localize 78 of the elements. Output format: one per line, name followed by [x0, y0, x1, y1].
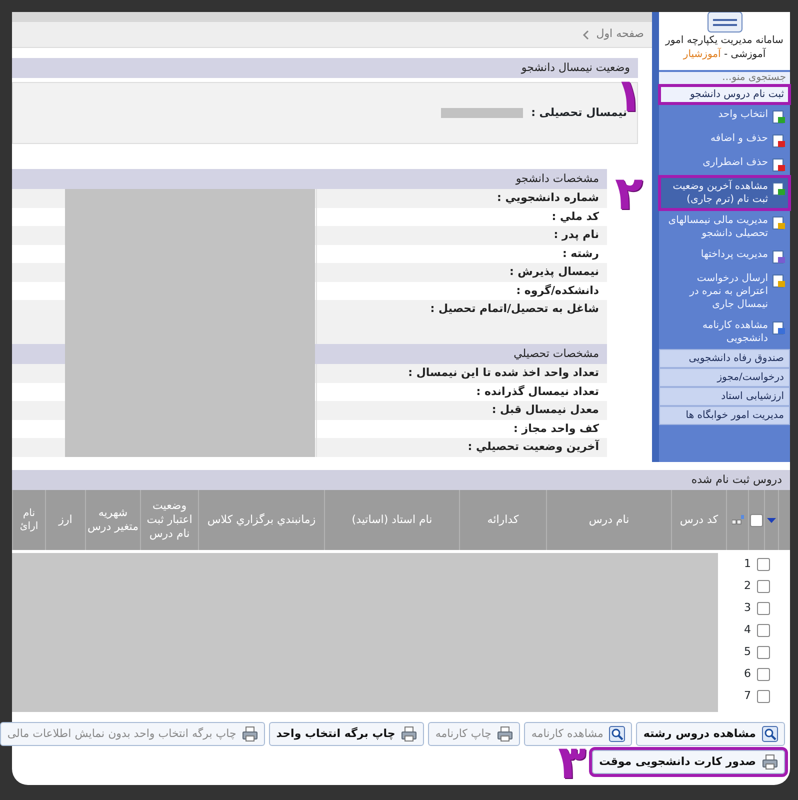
row-number: 5: [744, 644, 751, 660]
column-header[interactable]: نام استاد (اساتید): [324, 490, 459, 550]
printer-icon: [762, 754, 778, 770]
row-checkbox[interactable]: [757, 624, 770, 636]
field-label: تعداد نیمسال گذرانده :: [317, 382, 607, 401]
row-number: 7: [744, 688, 751, 704]
menu-group-header[interactable]: درخواست/مجوز: [659, 368, 790, 387]
printer-icon: [497, 726, 514, 742]
menu-item[interactable]: مشاهده آخرین وضعیت ثبت نام (ترم جاری): [659, 176, 790, 210]
document-icon: [772, 274, 786, 288]
chevron-icon: [582, 30, 590, 40]
field-label: شماره دانشجویي :: [317, 189, 607, 208]
printer-icon: [242, 726, 258, 742]
columns-icon[interactable]: [732, 515, 744, 525]
menu-group-header[interactable]: ثبت نام دروس دانشجو: [659, 85, 790, 104]
field-label: معدل نیمسال قبل :: [317, 401, 607, 420]
field-label: رشته :: [317, 244, 607, 263]
document-icon: [772, 250, 786, 264]
column-header[interactable]: نام ارائ: [12, 490, 45, 550]
field-label: آخرین وضعیت تحصیلي :: [317, 438, 607, 456]
row-checkbox[interactable]: [757, 558, 770, 570]
section-header: مشخصات دانشجو: [12, 169, 607, 189]
menu-group-header[interactable]: مدیریت امور خوابگاه ها: [659, 406, 790, 425]
document-icon: [772, 134, 786, 148]
printer-icon: [401, 726, 418, 742]
action-button[interactable]: مشاهده دروس رشته: [636, 722, 785, 746]
menu-item[interactable]: انتخاب واحد: [659, 104, 790, 128]
search-icon: [762, 726, 778, 742]
row-checkbox[interactable]: [757, 602, 770, 614]
column-header[interactable]: کد درس: [671, 490, 726, 550]
annotation-number: ۲: [614, 170, 643, 216]
field-label: تعداد واحد اخذ شده تا این نیمسال :: [317, 364, 607, 382]
field-label: کد ملي :: [317, 208, 607, 226]
field-label: کف واحد مجاز :: [317, 420, 607, 438]
column-header[interactable]: وضعیت اعتبار ثبت نام درس: [140, 490, 198, 550]
row-number: 4: [744, 622, 751, 638]
field-label: شاغل به تحصیل/اتمام تحصیل :: [317, 300, 607, 344]
row-number: 1: [744, 556, 751, 572]
row-checkbox[interactable]: [757, 690, 770, 702]
column-header[interactable]: ارز: [45, 490, 85, 550]
document-icon: [772, 110, 786, 124]
row-number: 6: [744, 666, 751, 682]
menu-item[interactable]: مدیریت پرداختها: [659, 244, 790, 268]
select-all-checkbox[interactable]: [750, 514, 763, 526]
document-icon: [772, 182, 786, 196]
menu-item[interactable]: مشاهده کارنامه دانشجویی: [659, 315, 790, 349]
menu-item[interactable]: مدیریت مالی نیمسالهای تحصیلی دانشجو: [659, 210, 790, 244]
row-checkbox[interactable]: [757, 646, 770, 658]
row-number: 2: [744, 578, 751, 594]
search-icon: [609, 726, 626, 742]
brand-name: آموزشیار: [683, 49, 721, 60]
field-label: نیمسال پذیرش :: [317, 263, 607, 282]
menu-search-field[interactable]: جستجوی منو...: [659, 72, 790, 84]
column-header[interactable]: نام درس: [546, 490, 671, 550]
row-checkbox[interactable]: [757, 580, 770, 592]
field-label: نام پدر :: [317, 226, 607, 244]
dropdown-caret-icon[interactable]: [767, 518, 776, 522]
column-header[interactable]: کدارائه: [459, 490, 546, 550]
app-subtitle: آموزشی -: [722, 49, 766, 60]
menu-group-header[interactable]: ارزشیابی استاد: [659, 387, 790, 406]
document-icon: [772, 321, 786, 335]
document-icon: [772, 158, 786, 172]
row-number: 3: [744, 600, 751, 616]
menu-item[interactable]: ارسال درخواست اعتراض به نمره در نیمسال جاری: [659, 268, 790, 315]
column-header[interactable]: زمانبندي برگزاري کلاس: [198, 490, 324, 550]
action-button[interactable]: صدور کارت دانشجویی موقت: [592, 750, 785, 774]
menu-group-header[interactable]: صندوق رفاه دانشجویی: [659, 349, 790, 368]
field-label: دانشکده/گروه :: [317, 282, 607, 300]
column-header[interactable]: شهریه متغیر درس: [85, 490, 140, 550]
action-button[interactable]: چاپ برگه انتخاب واحد: [269, 722, 424, 746]
row-checkbox[interactable]: [757, 668, 770, 680]
section-header: وضعیت نیمسال دانشجو: [12, 58, 638, 78]
breadcrumb-link[interactable]: صفحه اول: [596, 26, 644, 43]
menu-item[interactable]: حذف و اضافه: [659, 128, 790, 152]
app-title: سامانه مدیریت یکپارچه امور: [664, 34, 784, 48]
document-icon: [772, 216, 786, 230]
menu-item[interactable]: حذف اضطراری: [659, 152, 790, 176]
section-header: دروس ثبت نام شده: [12, 470, 790, 490]
